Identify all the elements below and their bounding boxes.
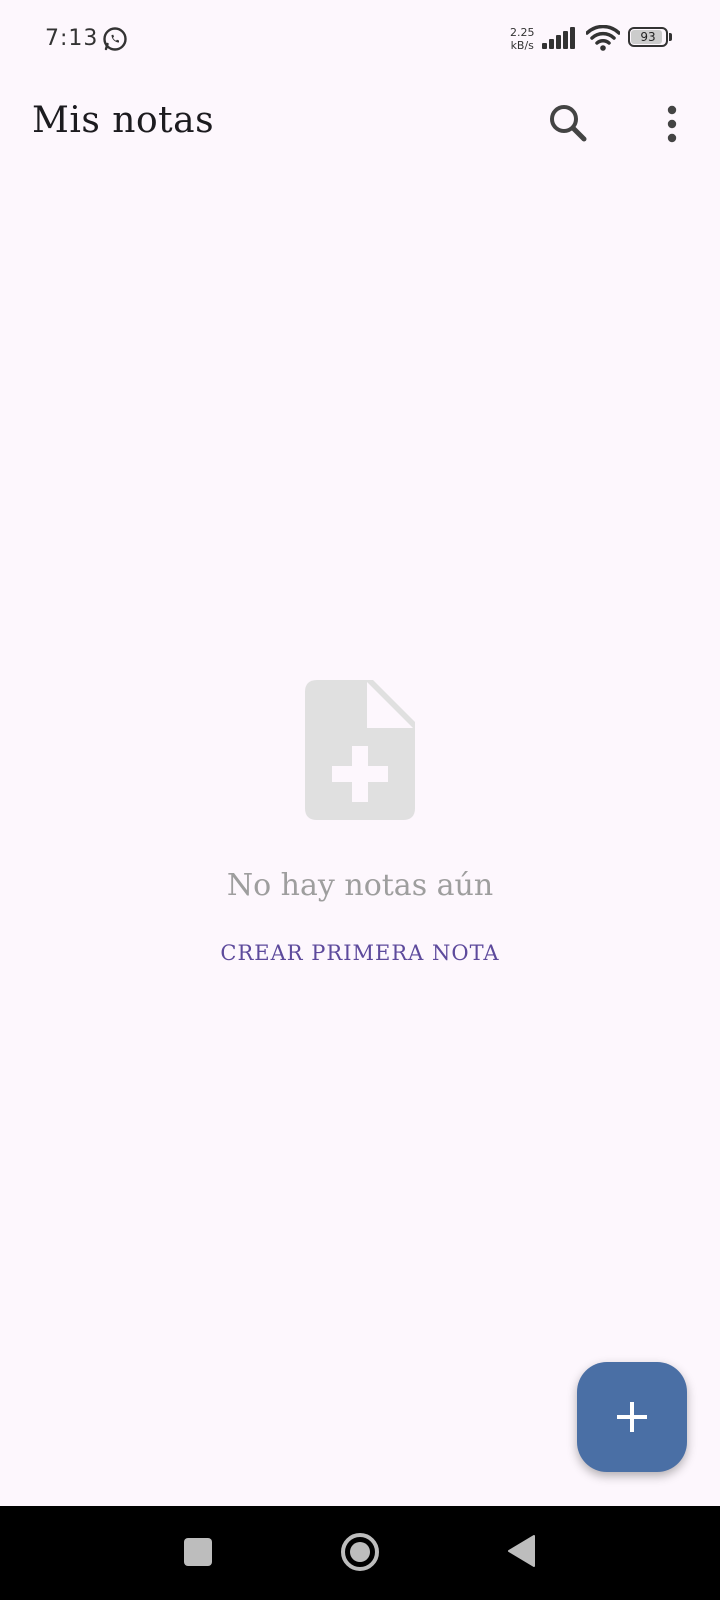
empty-message: No hay notas aún	[226, 868, 494, 903]
whatsapp-icon	[103, 27, 127, 51]
back-icon[interactable]	[506, 1534, 536, 1568]
battery-tip	[669, 33, 672, 41]
network-speed-unit: kB/s	[510, 39, 534, 52]
battery-level: 93	[640, 30, 656, 44]
empty-state: No hay notas aún CREAR PRIMERA NOTA	[0, 680, 720, 965]
status-time: 7:13	[45, 26, 99, 51]
add-note-fab[interactable]	[577, 1362, 687, 1472]
home-icon[interactable]	[340, 1532, 380, 1572]
wifi-icon	[586, 25, 620, 51]
plus-icon	[617, 1402, 647, 1432]
note-add-icon	[305, 680, 415, 820]
search-icon	[550, 105, 587, 142]
search-button[interactable]	[545, 100, 593, 148]
create-first-note-button[interactable]: CREAR PRIMERA NOTA	[220, 941, 499, 965]
app-bar: Mis notas	[0, 80, 720, 165]
page-title: Mis notas	[32, 100, 215, 141]
network-speed-value: 2.25	[510, 26, 535, 39]
signal-icon	[542, 27, 575, 49]
battery-icon: 93	[628, 27, 672, 49]
system-nav-bar	[0, 1506, 720, 1600]
recents-icon[interactable]	[184, 1538, 212, 1566]
status-bar: 7:13 2.25 kB/s 93	[0, 0, 720, 80]
network-speed: 2.25 kB/s	[510, 26, 535, 52]
more-options-button[interactable]	[648, 100, 696, 148]
more-vert-icon	[667, 105, 677, 143]
